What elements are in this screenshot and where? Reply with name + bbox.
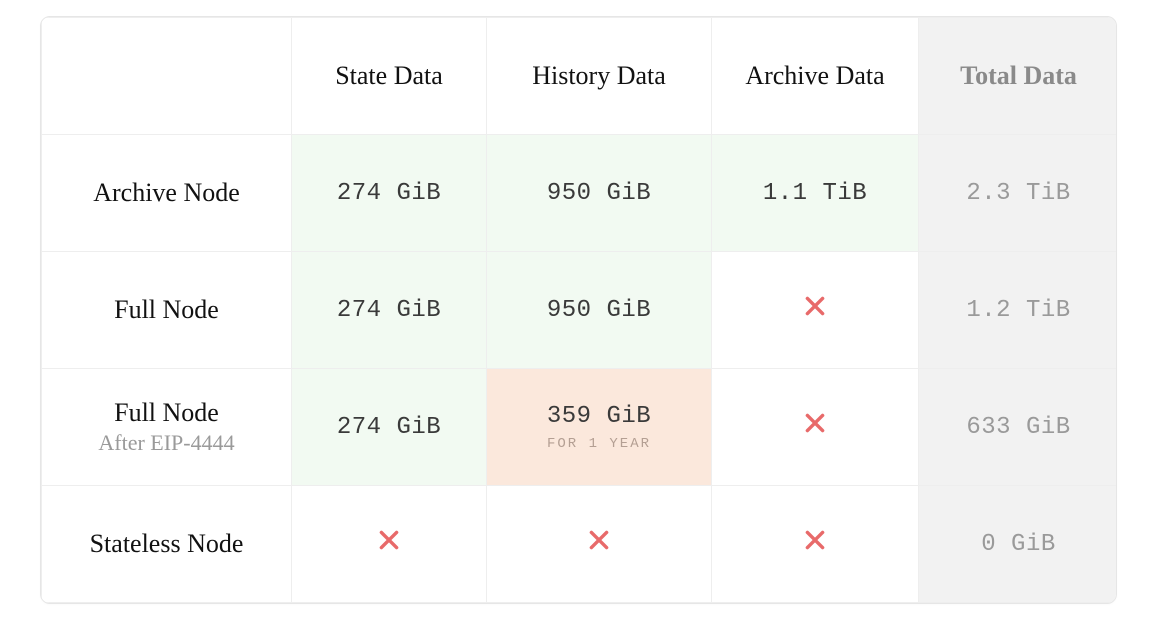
- row-title: Stateless Node: [90, 529, 244, 558]
- cell-note: FOR 1 YEAR: [487, 436, 711, 452]
- row-label-full-node: Full Node: [42, 252, 292, 369]
- cell-stateless-node-archive: [712, 486, 919, 603]
- x-icon: [376, 527, 402, 553]
- cell-archive-node-archive: 1.1 TiB: [712, 135, 919, 252]
- cell-full-node-history: 950 GiB: [487, 252, 712, 369]
- cell-archive-node-history: 950 GiB: [487, 135, 712, 252]
- x-icon: [802, 410, 828, 436]
- table-row: Full Node 274 GiB 950 GiB 1.2 TiB: [42, 252, 1118, 369]
- storage-comparison-table: State Data History Data Archive Data Tot…: [40, 16, 1117, 604]
- cell-stateless-node-total: 0 GiB: [919, 486, 1118, 603]
- cell-full-node-eip4444-state: 274 GiB: [292, 369, 487, 486]
- row-title: Archive Node: [93, 178, 240, 207]
- cell-archive-node-state: 274 GiB: [292, 135, 487, 252]
- x-icon: [586, 527, 612, 553]
- x-icon: [802, 293, 828, 319]
- row-label-full-node-eip4444: Full Node After EIP-4444: [42, 369, 292, 486]
- cell-full-node-total: 1.2 TiB: [919, 252, 1118, 369]
- cell-full-node-eip4444-history: 359 GiB FOR 1 YEAR: [487, 369, 712, 486]
- header-blank: [42, 18, 292, 135]
- row-label-archive-node: Archive Node: [42, 135, 292, 252]
- x-icon: [802, 527, 828, 553]
- cell-value: 359 GiB: [547, 403, 651, 430]
- header-total-data: Total Data: [919, 18, 1118, 135]
- row-title: Full Node: [114, 398, 219, 427]
- cell-stateless-node-state: [292, 486, 487, 603]
- header-history-data: History Data: [487, 18, 712, 135]
- table-row: Archive Node 274 GiB 950 GiB 1.1 TiB 2.3…: [42, 135, 1118, 252]
- header-state-data: State Data: [292, 18, 487, 135]
- row-subtitle: After EIP-4444: [42, 430, 291, 456]
- cell-full-node-eip4444-archive: [712, 369, 919, 486]
- row-label-stateless-node: Stateless Node: [42, 486, 292, 603]
- cell-full-node-eip4444-total: 633 GiB: [919, 369, 1118, 486]
- header-archive-data: Archive Data: [712, 18, 919, 135]
- cell-archive-node-total: 2.3 TiB: [919, 135, 1118, 252]
- row-title: Full Node: [114, 295, 219, 324]
- table-row: Full Node After EIP-4444 274 GiB 359 GiB…: [42, 369, 1118, 486]
- cell-full-node-state: 274 GiB: [292, 252, 487, 369]
- cell-stateless-node-history: [487, 486, 712, 603]
- table-header-row: State Data History Data Archive Data Tot…: [42, 18, 1118, 135]
- cell-full-node-archive: [712, 252, 919, 369]
- nodes-table: State Data History Data Archive Data Tot…: [41, 17, 1117, 603]
- table-row: Stateless Node 0 GiB: [42, 486, 1118, 603]
